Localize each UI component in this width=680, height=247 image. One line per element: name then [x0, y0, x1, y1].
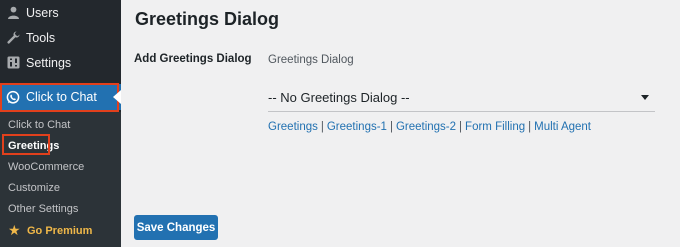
save-changes-button[interactable]: Save Changes — [134, 215, 218, 240]
sidebar-item-click-to-chat[interactable]: Click to Chat — [0, 84, 121, 110]
settings-icon — [6, 56, 20, 70]
caret-down-icon — [641, 95, 649, 100]
sidebar-item-label: Settings — [26, 55, 72, 70]
link-separator: | — [528, 121, 532, 133]
admin-sidebar: Users Tools Settings Click to Chat Click… — [0, 0, 121, 247]
link-separator: | — [459, 121, 463, 133]
submenu-item-woocommerce[interactable]: WooCommerce — [8, 160, 84, 174]
user-icon — [6, 6, 20, 20]
sidebar-item-users[interactable]: Users — [0, 0, 121, 25]
link-greetings-1[interactable]: Greetings-1 — [327, 121, 387, 133]
whatsapp-icon — [6, 90, 20, 104]
link-greetings[interactable]: Greetings — [268, 121, 318, 133]
link-separator: | — [320, 121, 324, 133]
page-title: Greetings Dialog — [135, 9, 280, 29]
main-content: Greetings Dialog Add Greetings Dialog Gr… — [121, 0, 680, 247]
sidebar-item-label: Click to Chat — [26, 90, 97, 104]
link-multi-agent[interactable]: Multi Agent — [534, 121, 591, 133]
submenu-item-click-to-chat[interactable]: Click to Chat — [8, 118, 70, 132]
sidebar-item-label: Users — [26, 5, 59, 20]
greetings-dialog-select[interactable]: -- No Greetings Dialog -- — [268, 84, 655, 112]
current-menu-arrow — [113, 90, 121, 104]
sidebar-item-label: Tools — [26, 30, 56, 45]
sidebar-item-tools[interactable]: Tools — [0, 25, 121, 50]
wrench-icon — [6, 31, 20, 45]
field-caption: Greetings Dialog — [268, 54, 354, 66]
select-value: -- No Greetings Dialog -- — [268, 90, 410, 105]
submenu-item-other-settings[interactable]: Other Settings — [8, 202, 78, 216]
link-greetings-2[interactable]: Greetings-2 — [396, 121, 456, 133]
submenu-item-customize[interactable]: Customize — [8, 181, 60, 195]
link-form-filling[interactable]: Form Filling — [465, 121, 525, 133]
go-premium-link[interactable]: Go Premium — [27, 225, 92, 237]
greetings-links: Greetings | Greetings-1 | Greetings-2 | Form F… — [268, 121, 591, 133]
sidebar-item-settings[interactable]: Settings — [0, 50, 121, 75]
submenu-item-greetings[interactable]: Greetings — [8, 139, 59, 153]
field-label: Add Greetings Dialog — [134, 53, 252, 65]
star-icon: ★ — [8, 222, 21, 238]
link-separator: | — [389, 121, 393, 133]
